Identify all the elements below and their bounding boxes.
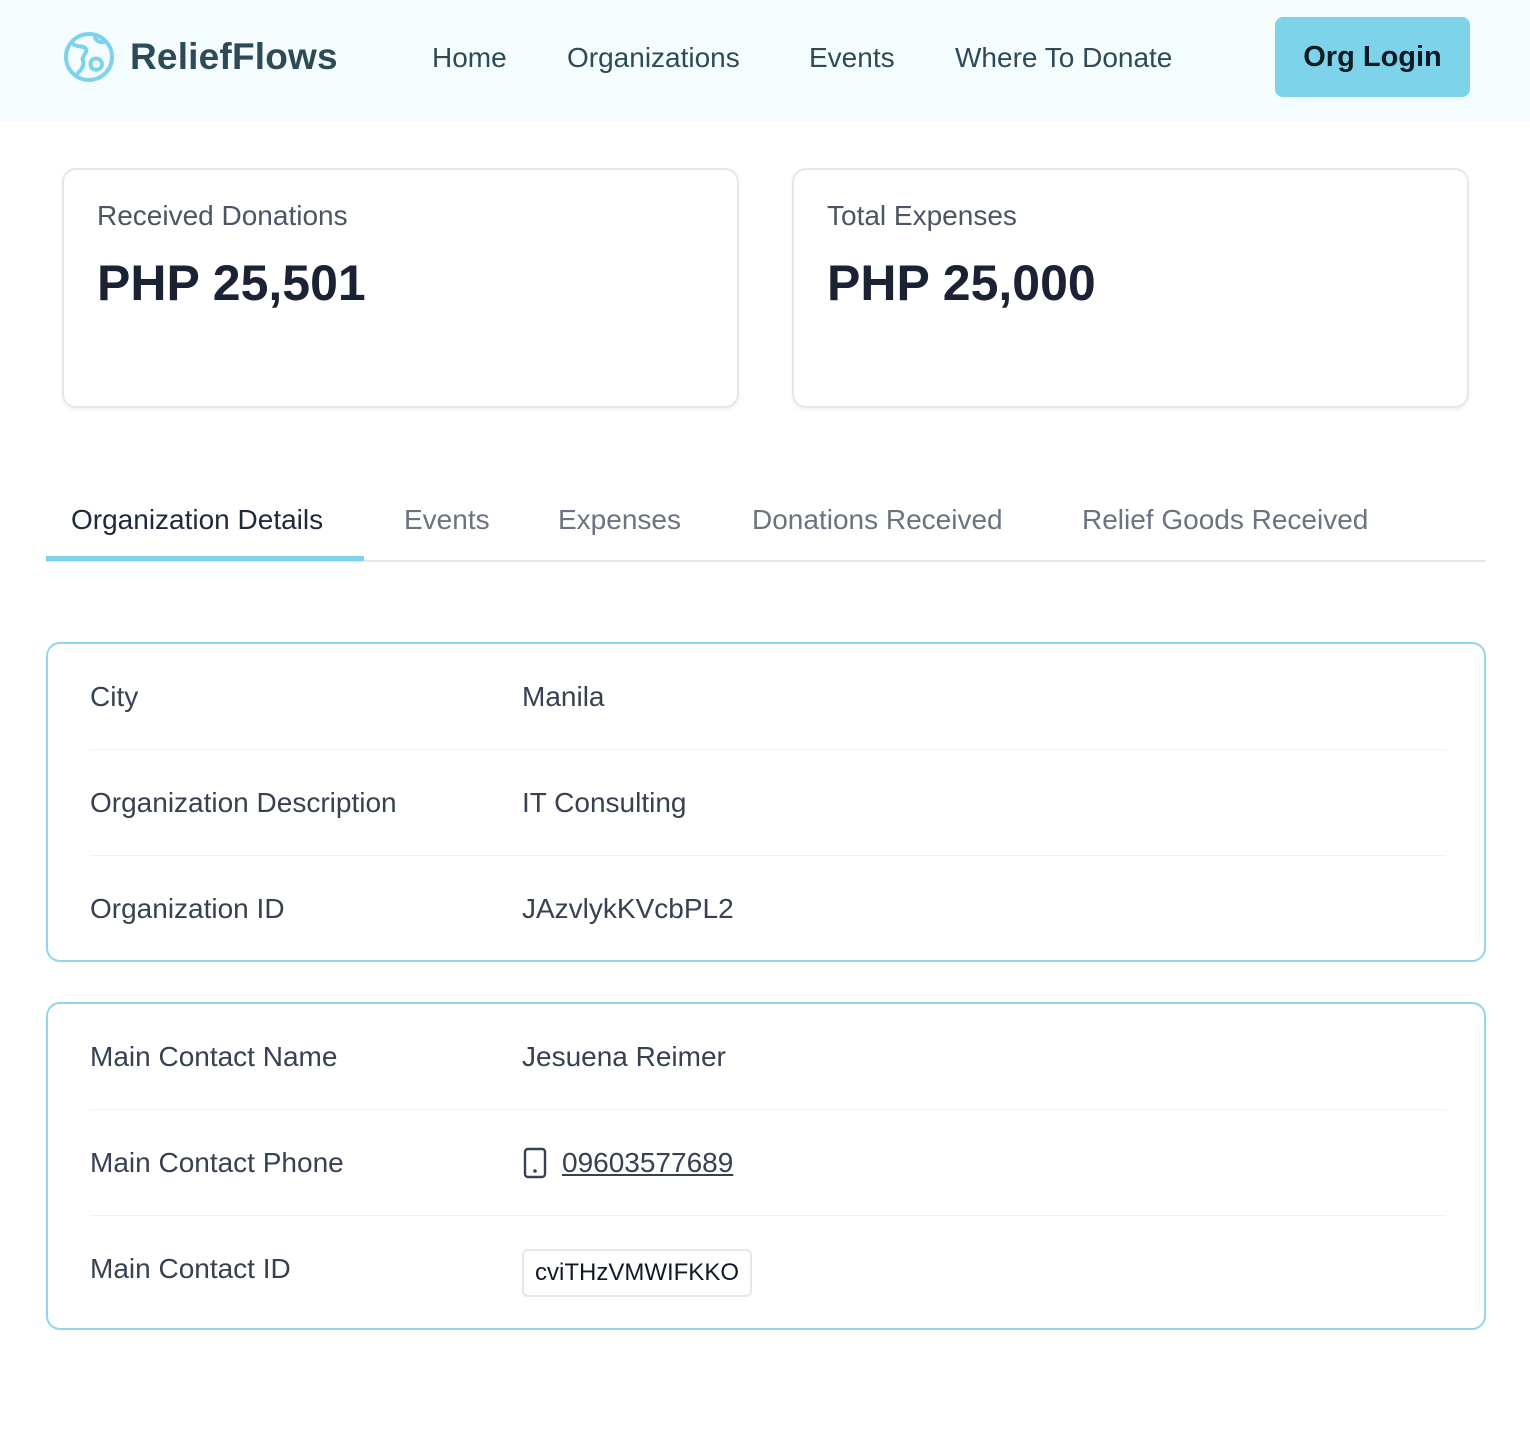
contact-phone-label: Main Contact Phone xyxy=(90,1147,344,1178)
nav-where-to-donate[interactable]: Where To Donate xyxy=(955,38,1172,78)
active-tab-indicator xyxy=(46,556,364,561)
tab-expenses[interactable]: Expenses xyxy=(558,478,681,562)
city-label: City xyxy=(90,681,139,712)
organization-id-value: JAzvlykKVcbPL2 xyxy=(522,893,734,924)
detail-row-contact-name: Main Contact Name Jesuena Reimer xyxy=(90,1004,1446,1110)
nav-events[interactable]: Events xyxy=(809,38,895,78)
nav-home[interactable]: Home xyxy=(432,38,507,78)
detail-row-organization-id: Organization ID JAzvlykKVcbPL2 xyxy=(90,856,1446,962)
org-login-button[interactable]: Org Login xyxy=(1275,17,1470,97)
contact-phone-value: 09603577689 xyxy=(522,1110,733,1216)
detail-row-description: Organization Description IT Consulting xyxy=(90,750,1446,856)
total-expenses-label: Total Expenses xyxy=(827,200,1017,231)
tab-organization-details[interactable]: Organization Details xyxy=(71,478,323,562)
tab-donations-received[interactable]: Donations Received xyxy=(752,478,1003,562)
contact-phone-link[interactable]: 09603577689 xyxy=(562,1110,733,1216)
main-contact-card: Main Contact Name Jesuena Reimer Main Co… xyxy=(46,1002,1486,1330)
contact-id-label: Main Contact ID xyxy=(90,1253,291,1284)
organization-details-card: City Manila Organization Description IT … xyxy=(46,642,1486,962)
total-expenses-value: PHP 25,000 xyxy=(827,255,1096,311)
tab-bar: Organization Details Events Expenses Don… xyxy=(46,478,1486,562)
description-value: IT Consulting xyxy=(522,787,687,818)
total-expenses-card: Total Expenses PHP 25,000 xyxy=(792,168,1469,408)
detail-row-contact-phone: Main Contact Phone 09603577689 xyxy=(90,1110,1446,1216)
contact-name-label: Main Contact Name xyxy=(90,1041,338,1072)
city-value: Manila xyxy=(522,681,605,712)
top-navbar: ReliefFlows Home Organizations Events Wh… xyxy=(0,0,1530,122)
description-label: Organization Description xyxy=(90,787,397,818)
tab-events[interactable]: Events xyxy=(404,478,490,562)
contact-id-badge: cviTHzVMWIFKKO xyxy=(522,1249,752,1297)
tab-relief-goods-received[interactable]: Relief Goods Received xyxy=(1082,478,1368,562)
phone-icon xyxy=(523,1147,547,1179)
organization-id-label: Organization ID xyxy=(90,893,285,924)
received-donations-card: Received Donations PHP 25,501 xyxy=(62,168,739,408)
brand-name: ReliefFlows xyxy=(130,36,338,77)
nav-organizations[interactable]: Organizations xyxy=(567,38,740,78)
brand-logo-link[interactable]: ReliefFlows xyxy=(62,30,338,84)
received-donations-value: PHP 25,501 xyxy=(97,255,366,311)
received-donations-label: Received Donations xyxy=(97,200,348,231)
contact-name-value: Jesuena Reimer xyxy=(522,1041,726,1072)
globe-icon xyxy=(64,32,114,82)
detail-row-city: City Manila xyxy=(90,644,1446,750)
detail-row-contact-id: Main Contact ID cviTHzVMWIFKKO xyxy=(90,1216,1446,1330)
